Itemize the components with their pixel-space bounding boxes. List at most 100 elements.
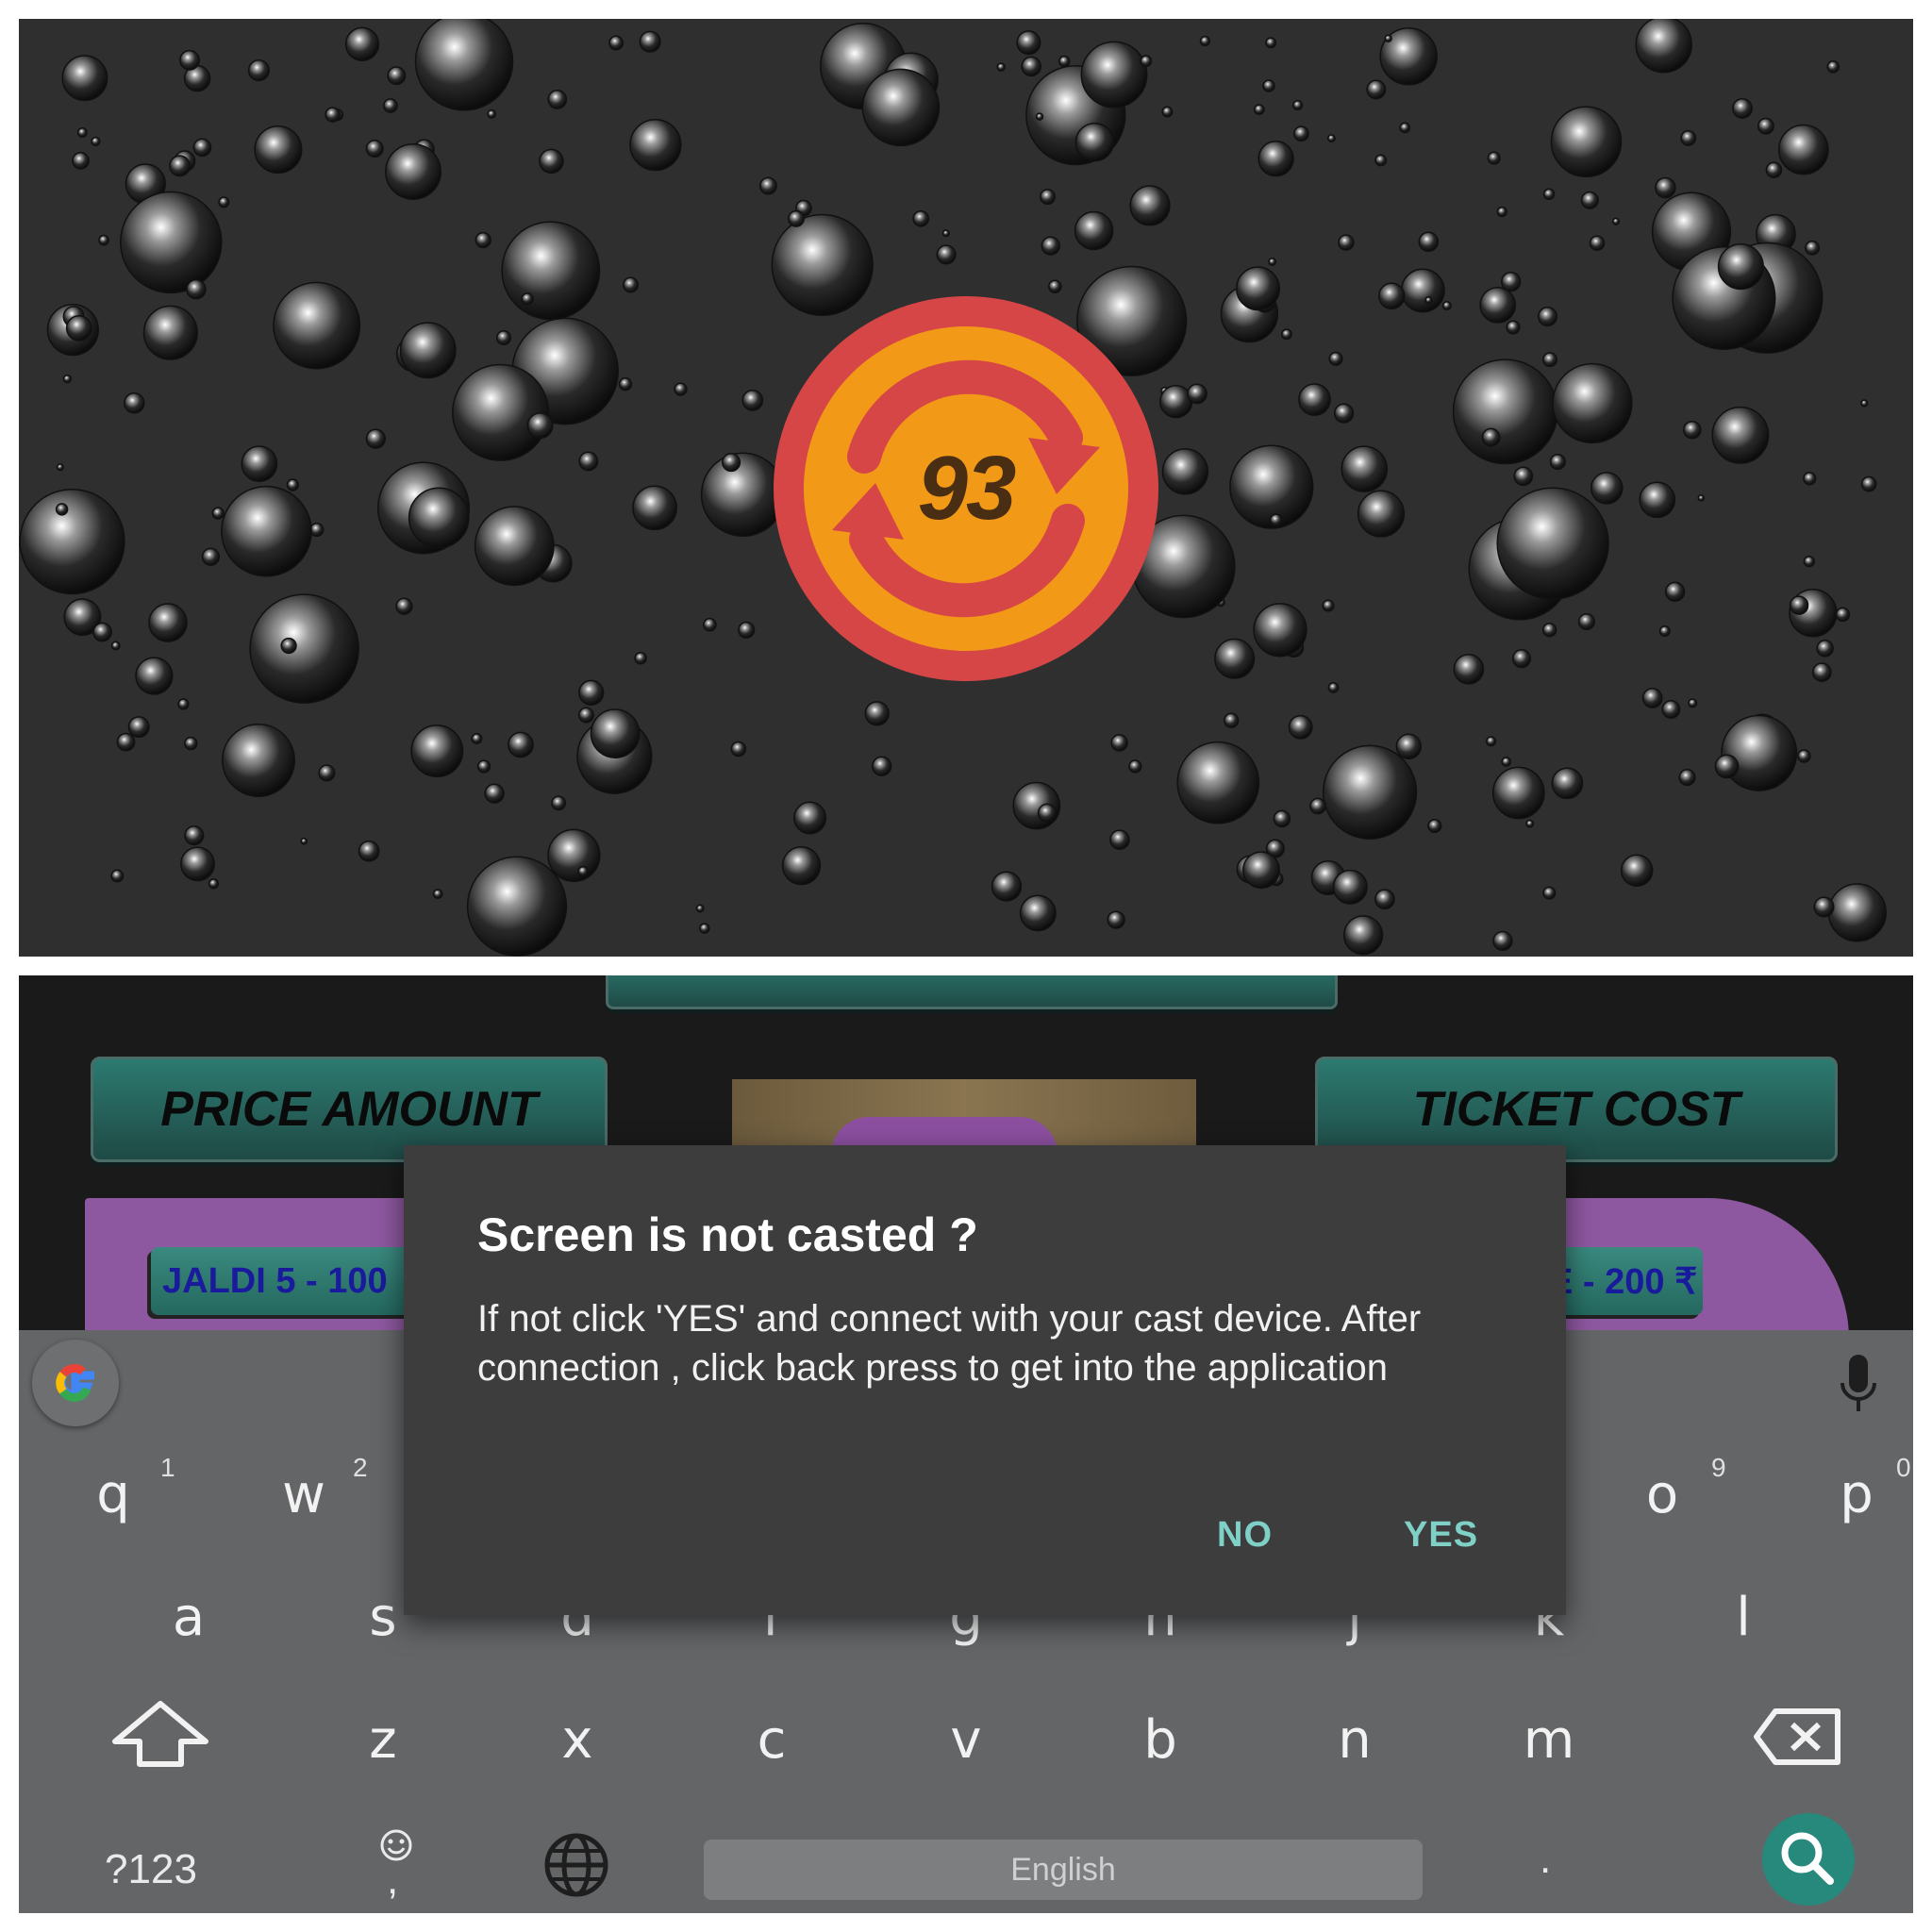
shift-icon[interactable] [106,1698,215,1770]
key-a[interactable]: a [132,1570,245,1664]
bubble [1019,894,1057,932]
bubble [1236,266,1280,311]
bubble [623,276,639,293]
bubble [1711,406,1770,464]
key-c[interactable]: c [715,1692,828,1787]
no-button[interactable]: NO [1206,1509,1284,1561]
bubble [280,637,297,655]
bubble [1338,234,1355,251]
prize-chip-jaldi5[interactable]: JALDI 5 - 100 [151,1247,434,1315]
bubble [61,55,108,102]
bubble [19,488,125,595]
bubble [547,828,601,882]
cast-dialog: Screen is not casted ? If not click 'YES… [404,1145,1566,1615]
space-bar[interactable]: English [704,1840,1423,1900]
bubble [1496,487,1609,600]
header-button-partial[interactable] [606,975,1338,1009]
bubble [72,152,90,170]
bubble [699,923,710,934]
globe-icon[interactable] [543,1832,609,1898]
key-l[interactable]: l [1687,1570,1800,1664]
dialog-title: Screen is not casted ? [477,1208,978,1261]
bubble [432,889,443,899]
key-z[interactable]: z [326,1692,440,1787]
bubble [1525,819,1535,828]
bubble [1268,258,1277,266]
bubble [738,621,756,639]
bubble [1107,910,1125,929]
bubble [1322,744,1418,840]
bubble [1492,930,1513,952]
bubble [1199,35,1211,47]
key-m[interactable]: m [1492,1692,1606,1787]
bubble [864,701,890,726]
bubble [1298,383,1331,416]
ball-number: 93 [917,438,1017,539]
period-key[interactable]: . [1540,1836,1551,1883]
bubble [169,155,192,177]
bubble [1860,399,1869,408]
bubble [484,783,505,804]
bubble [1655,176,1676,199]
yes-button[interactable]: YES [1392,1509,1490,1561]
key-q[interactable]: q [57,1447,170,1541]
bubble [1803,472,1817,486]
bubble [1242,851,1280,890]
backspace-icon[interactable] [1753,1707,1843,1766]
bubble [991,871,1023,902]
symbols-key[interactable]: ?123 [85,1840,217,1900]
bubble [1591,472,1624,505]
bubble [186,278,207,300]
bubble [1035,112,1044,121]
bubble [358,840,380,862]
bubble [1816,640,1834,658]
bubble [1827,883,1887,942]
bubble [91,136,101,147]
bubble [700,452,786,538]
bubble [793,801,827,835]
bubble [1552,362,1633,444]
bubble [1187,383,1208,405]
key-o[interactable]: o [1606,1447,1719,1541]
bubble [578,451,599,472]
bubble [1860,475,1877,492]
bubble [1224,712,1240,728]
key-b[interactable]: b [1104,1692,1217,1787]
bubble [1479,287,1517,324]
key-x[interactable]: x [521,1692,634,1787]
bubble [1322,599,1335,612]
bubble [1550,106,1623,178]
bubble [56,463,64,472]
key-n[interactable]: n [1298,1692,1411,1787]
bubble [1757,117,1774,135]
bubble [1511,649,1532,669]
bubble [92,622,112,642]
bubble [1777,124,1829,175]
bubble [547,90,568,109]
bubble [1641,688,1663,708]
bubble [703,617,717,632]
bubble [1021,56,1041,77]
bubble [1452,358,1558,465]
bubble [1441,300,1452,311]
bubble [722,453,741,473]
bubble [1328,351,1343,366]
bubble [116,732,136,752]
bubble [300,837,308,845]
search-key[interactable] [1762,1813,1855,1906]
bubble [632,485,677,531]
bubble [1280,328,1292,341]
key-v[interactable]: v [909,1692,1023,1787]
bubble [1580,191,1599,209]
microphone-icon[interactable] [1840,1355,1877,1419]
key-p-hint: 0 [1896,1453,1911,1482]
bubble [1292,99,1304,111]
bubble [241,445,278,482]
key-w[interactable]: w [247,1447,360,1541]
bubble [1620,854,1654,887]
google-icon[interactable] [32,1340,119,1426]
bubble [476,759,491,774]
bubble [218,196,230,208]
bubble [475,231,491,249]
emoji-comma-key[interactable]: , [368,1826,425,1903]
